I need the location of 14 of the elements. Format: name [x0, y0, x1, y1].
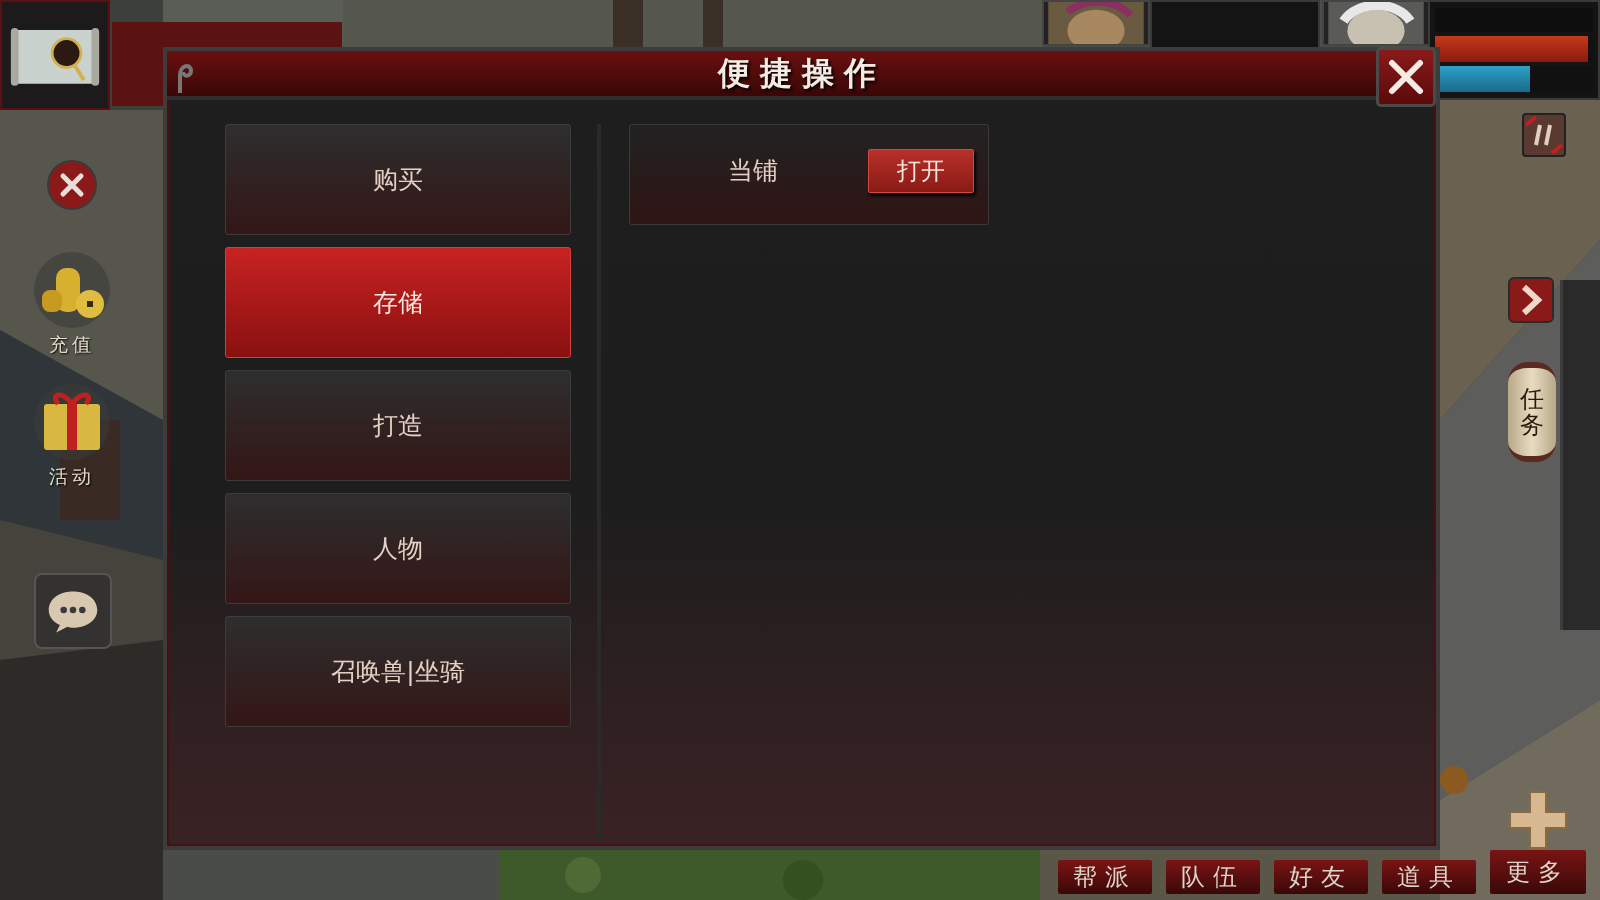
bottom-tab[interactable]: 队伍 — [1166, 860, 1260, 894]
menu-button[interactable]: 召唤兽|坐骑 — [225, 616, 571, 727]
menu-button[interactable]: 人物 — [225, 493, 571, 604]
menu-button[interactable]: 购买 — [225, 124, 571, 235]
bottom-tab[interactable]: 好友 — [1274, 860, 1368, 894]
open-button[interactable]: 打开 — [868, 148, 974, 193]
close-button[interactable] — [1376, 47, 1436, 107]
swirl-ornament-icon — [177, 61, 194, 95]
menu-button[interactable]: 打造 — [225, 370, 571, 481]
menu-button[interactable]: 存储 — [225, 247, 571, 358]
bottom-tab[interactable]: 帮派 — [1058, 860, 1152, 894]
entry-label: 当铺 — [728, 155, 779, 187]
close-icon — [1386, 57, 1426, 97]
dialog-title: 便捷操作 — [717, 52, 886, 94]
